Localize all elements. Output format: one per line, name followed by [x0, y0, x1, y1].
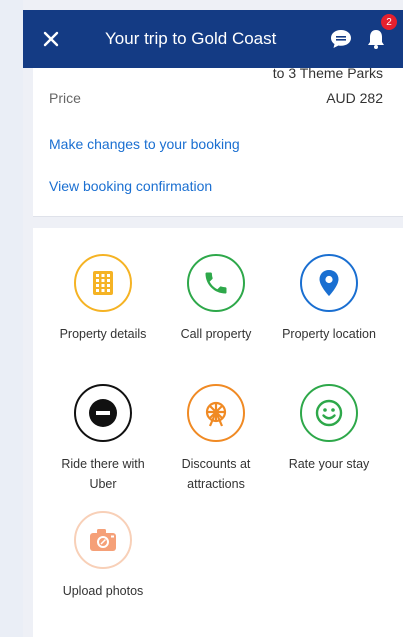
ferris-wheel-icon [205, 401, 227, 427]
discounts-label: Discounts at attractions [181, 457, 251, 491]
price-row: Price AUD 282 [49, 90, 383, 106]
rate-stay-tile[interactable]: Rate your stay [273, 384, 385, 474]
chat-icon [331, 30, 351, 48]
make-changes-link[interactable]: Make changes to your booking [49, 136, 240, 152]
property-location-tile[interactable]: Property location [273, 254, 385, 344]
property-details-circle [74, 254, 132, 312]
app-header: Your trip to Gold Coast 2 [23, 10, 403, 68]
upload-photos-circle [74, 511, 132, 569]
property-details-label: Property details [59, 327, 147, 341]
property-location-circle [300, 254, 358, 312]
property-details-tile[interactable]: Property details [47, 254, 159, 344]
rate-stay-circle [300, 384, 358, 442]
building-icon [93, 271, 113, 295]
view-confirmation-link[interactable]: View booking confirmation [49, 178, 212, 194]
cut-off-text: to 3 Theme Parks [272, 65, 383, 81]
property-location-label: Property location [282, 327, 376, 341]
close-button[interactable] [23, 31, 79, 47]
discounts-tile[interactable]: Discounts at attractions [160, 384, 272, 494]
call-property-circle [187, 254, 245, 312]
location-pin-icon [319, 270, 339, 296]
discounts-circle [187, 384, 245, 442]
uber-circle [74, 384, 132, 442]
bell-icon [368, 30, 384, 49]
actions-card: Property details Call property Property … [33, 228, 403, 637]
page-title: Your trip to Gold Coast [105, 29, 277, 48]
price-label: Price [49, 90, 81, 106]
notification-badge: 2 [381, 14, 397, 30]
smiley-icon [315, 399, 343, 427]
uber-tile[interactable]: Ride there with Uber [47, 384, 159, 494]
call-property-tile[interactable]: Call property [160, 254, 272, 344]
chat-button[interactable] [323, 28, 359, 50]
left-background-strip [0, 0, 23, 637]
rate-stay-label: Rate your stay [288, 457, 370, 471]
close-icon [43, 31, 59, 47]
uber-label: Ride there with Uber [61, 457, 145, 491]
uber-icon [89, 399, 117, 427]
call-property-label: Call property [180, 327, 252, 341]
phone-icon [205, 272, 227, 294]
booking-summary-card: to 3 Theme Parks Price AUD 282 Make chan… [33, 65, 403, 217]
price-value: AUD 282 [326, 90, 383, 106]
camera-icon [90, 529, 116, 551]
notifications-button[interactable]: 2 [367, 14, 403, 50]
upload-photos-tile[interactable]: Upload photos [47, 511, 159, 601]
upload-photos-label: Upload photos [62, 584, 144, 598]
